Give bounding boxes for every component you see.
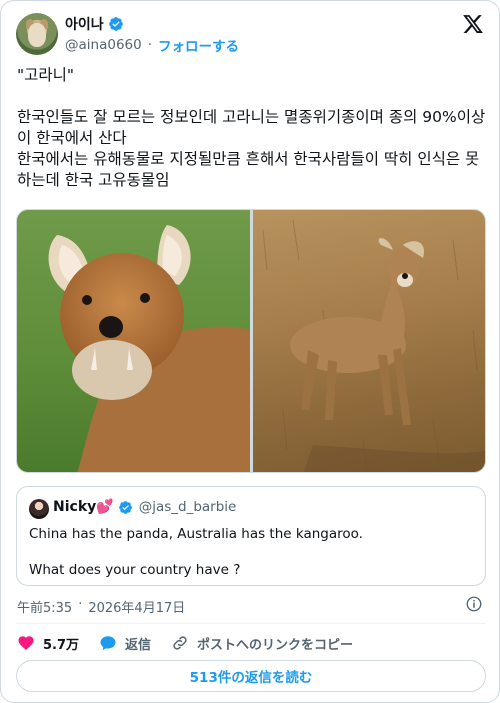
divider (16, 623, 486, 624)
tweet-media[interactable] (16, 209, 486, 473)
author-handle-row: @aina0660 · フォローする (65, 35, 239, 55)
quoted-author-name[interactable]: Nicky💕 (53, 499, 114, 515)
separator-dot: · (147, 37, 153, 53)
like-button[interactable]: 5.7万 (17, 634, 79, 653)
tweet-date: 2026年4月17日 (88, 601, 186, 616)
author-handle[interactable]: @aina0660 (65, 37, 142, 53)
author-display-name[interactable]: 아이나 (65, 14, 104, 34)
quoted-tweet[interactable]: Nicky💕 @jas_d_barbie China has the panda… (16, 486, 486, 586)
reply-bubble-icon (100, 636, 116, 651)
author-avatar[interactable] (16, 13, 58, 55)
info-icon[interactable] (465, 595, 483, 613)
read-replies-button[interactable]: 513件の返信を読む (16, 660, 486, 692)
author-name-row: 아이나 (65, 14, 124, 34)
copy-link-button[interactable]: ポストへのリンクをコピー (171, 634, 353, 653)
quoted-author-avatar[interactable] (29, 499, 49, 519)
tweet-time: 午前5:35 (17, 601, 73, 616)
follow-button[interactable]: フォローする (158, 35, 239, 55)
x-logo-icon[interactable] (462, 13, 484, 35)
quoted-tweet-text: China has the panda, Australia has the k… (29, 526, 363, 578)
water-deer-closeup-photo[interactable] (17, 210, 250, 472)
water-deer-closeup-illustration (48, 225, 250, 472)
water-deer-standing-photo[interactable] (253, 210, 485, 472)
verified-badge-icon (118, 500, 132, 514)
water-deer-standing-illustration (262, 219, 485, 472)
tweet-card: 아이나 @aina0660 · フォローする "고라니" 한국인들도 잘 모르는… (0, 0, 500, 703)
quoted-author-row: Nicky💕 @jas_d_barbie (53, 499, 236, 515)
tweet-text: "고라니" 한국인들도 잘 모르는 정보인데 고라니는 멸종위기종이며 종의 9… (17, 66, 486, 189)
tweet-timestamp[interactable]: 午前5:35 · 2026年4月17日 (17, 597, 185, 616)
action-bar: 5.7万 返信 ポストへのリンクをコピー (17, 632, 353, 654)
reply-button[interactable]: 返信 (99, 634, 151, 653)
copy-link-label: ポストへのリンクをコピー (197, 637, 354, 653)
quoted-author-handle[interactable]: @jas_d_barbie (139, 499, 237, 515)
heart-icon (18, 636, 34, 650)
like-count: 5.7万 (43, 637, 80, 653)
verified-badge-icon (108, 17, 123, 31)
reply-label: 返信 (125, 637, 152, 653)
link-icon (173, 636, 187, 650)
separator-dot: · (78, 597, 83, 612)
